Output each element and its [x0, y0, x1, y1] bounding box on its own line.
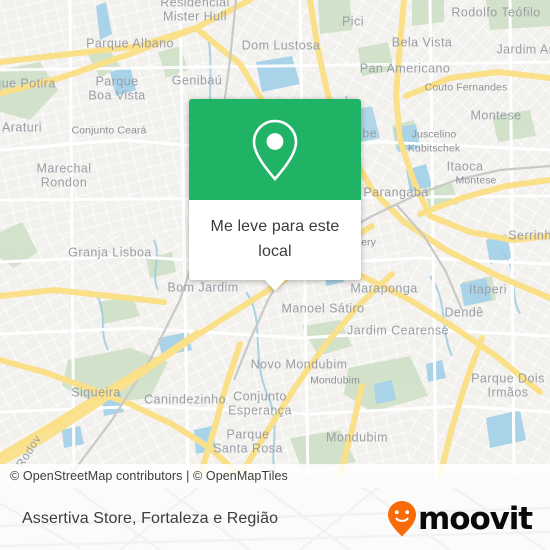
moovit-logo[interactable]: moovit — [387, 500, 550, 538]
callout-icon-panel — [189, 99, 361, 200]
callout-body: Me leve para este local — [189, 200, 361, 280]
map-pin-icon — [252, 119, 298, 181]
callout-pointer — [264, 279, 286, 291]
page-title: Assertiva Store, Fortaleza e Região — [22, 510, 279, 527]
callout-label: Me leve para este local — [210, 218, 340, 260]
moovit-pin-icon — [388, 501, 417, 537]
map-attribution-bar: © OpenStreetMap contributors | © OpenMap… — [0, 464, 550, 488]
location-callout-card[interactable]: Me leve para este local — [189, 99, 361, 291]
page-footer: Assertiva Store, Fortaleza e Região moov… — [0, 488, 550, 550]
map-screen: Residencial Mister Hull Pici Rodolfo Teófi… — [0, 0, 550, 550]
moovit-wordmark: moovit — [418, 500, 533, 537]
attribution-text[interactable]: © OpenStreetMap contributors | © OpenMap… — [0, 469, 288, 483]
